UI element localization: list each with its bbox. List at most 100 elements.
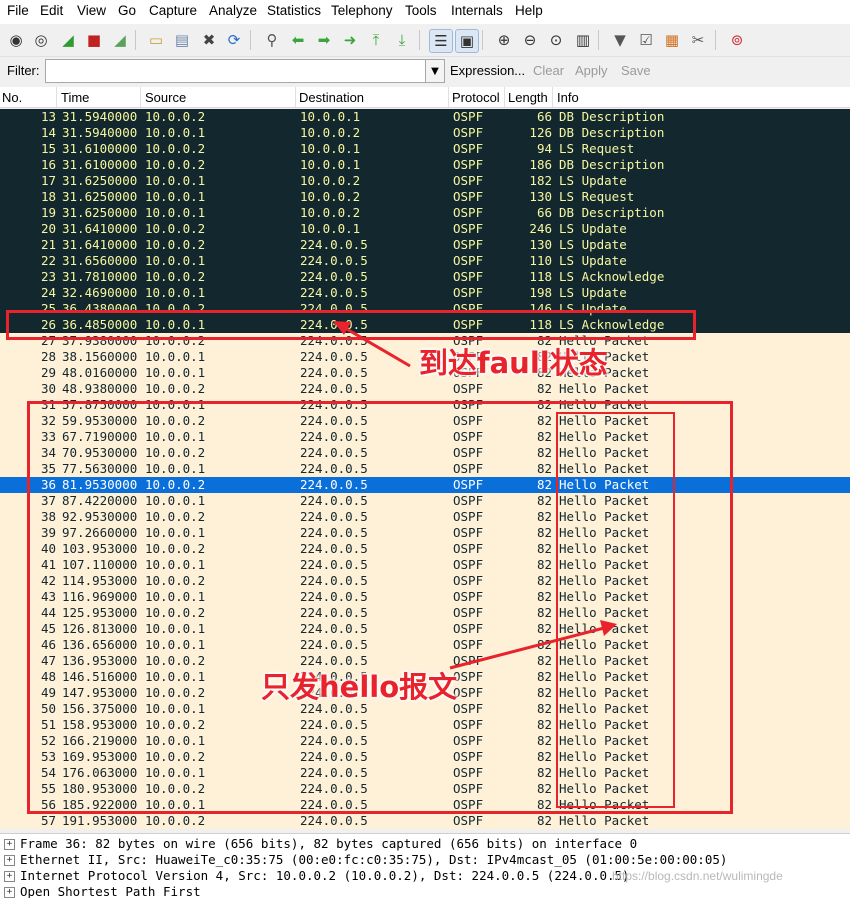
filter-label: Filter: xyxy=(7,63,40,78)
find-packet-icon[interactable]: ⚲ xyxy=(261,29,283,51)
menu-file[interactable]: File xyxy=(7,3,29,18)
restart-capture-icon[interactable]: ◢ xyxy=(109,29,131,51)
annotation-full-state: 到达faull状态 xyxy=(419,346,608,380)
go-to-packet-icon[interactable]: ➜ xyxy=(339,29,361,51)
menu-go[interactable]: Go xyxy=(118,3,136,18)
menu-help[interactable]: Help xyxy=(515,3,543,18)
column-header-source[interactable]: Source xyxy=(145,90,186,105)
column-header-time[interactable]: Time xyxy=(61,90,89,105)
column-header-destination[interactable]: Destination xyxy=(299,90,364,105)
display-filter-input[interactable] xyxy=(45,59,427,83)
packet-len-cell: 130 xyxy=(529,189,552,204)
menu-telephony[interactable]: Telephony xyxy=(331,3,393,18)
packet-dst-cell: 10.0.0.2 xyxy=(300,189,361,204)
menu-view[interactable]: View xyxy=(77,3,106,18)
packet-row[interactable]: 16 31.6100000 10.0.0.2 10.0.0.1 OSPF 186 DB De… xyxy=(0,157,850,173)
display-filters-icon[interactable]: ☑ xyxy=(635,29,657,51)
help-icon[interactable]: ⊚ xyxy=(726,29,748,51)
packet-time-cell: 191.953000 xyxy=(62,813,138,828)
clear-button[interactable]: Clear xyxy=(533,63,564,78)
packet-no-cell: 30 xyxy=(40,381,56,396)
stop-capture-icon[interactable]: ■ xyxy=(83,29,105,51)
menu-analyze[interactable]: Analyze xyxy=(209,3,257,18)
interface-list-icon[interactable]: ◉ xyxy=(5,29,27,51)
close-file-icon[interactable]: ✖ xyxy=(198,29,220,51)
capture-filters-icon[interactable]: ▼ xyxy=(609,29,631,51)
packet-row[interactable]: 30 48.9380000 10.0.0.2 224.0.0.5 OSPF 82 Hello… xyxy=(0,381,850,397)
packet-info-cell: LS Update xyxy=(559,253,627,268)
normal-size-icon[interactable]: ⊙ xyxy=(545,29,567,51)
column-divider[interactable] xyxy=(140,87,141,107)
column-divider[interactable] xyxy=(504,87,505,107)
packet-dst-cell: 10.0.0.2 xyxy=(300,125,361,140)
packet-no-cell: 20 xyxy=(40,221,56,236)
go-back-icon[interactable]: ⬅ xyxy=(287,29,309,51)
menu-internals[interactable]: Internals xyxy=(451,3,503,18)
capture-options-icon[interactable]: ◎ xyxy=(30,29,52,51)
packet-src-cell: 10.0.0.1 xyxy=(145,173,206,188)
colorize-icon[interactable]: ☰ xyxy=(429,29,453,53)
auto-scroll-icon[interactable]: ▣ xyxy=(455,29,479,53)
column-header-protocol[interactable]: Protocol xyxy=(452,90,500,105)
save-file-icon[interactable]: ▤ xyxy=(171,29,193,51)
expand-plus-icon[interactable]: + xyxy=(4,871,15,882)
packet-row[interactable]: 24 32.4690000 10.0.0.1 224.0.0.5 OSPF 198 LS U… xyxy=(0,285,850,301)
filter-dropdown-button[interactable]: ▼ xyxy=(425,59,445,83)
column-divider[interactable] xyxy=(295,87,296,107)
packet-row[interactable]: 17 31.6250000 10.0.0.1 10.0.0.2 OSPF 182 LS Up… xyxy=(0,173,850,189)
packet-no-cell: 28 xyxy=(40,349,56,364)
packet-time-cell: 48.9380000 xyxy=(62,381,138,396)
packet-row[interactable]: 22 31.6560000 10.0.0.1 224.0.0.5 OSPF 110 LS U… xyxy=(0,253,850,269)
packet-len-cell: 182 xyxy=(529,173,552,188)
zoom-in-icon[interactable]: ⊕ xyxy=(493,29,515,51)
detail-tree-item[interactable]: + Frame 36: 82 bytes on wire (656 bits), … xyxy=(0,836,850,852)
packet-row[interactable]: 18 31.6250000 10.0.0.1 10.0.0.2 OSPF 130 LS Re… xyxy=(0,189,850,205)
packet-row[interactable]: 21 31.6410000 10.0.0.2 224.0.0.5 OSPF 130 LS U… xyxy=(0,237,850,253)
expand-plus-icon[interactable]: + xyxy=(4,855,15,866)
resize-columns-icon[interactable]: ▥ xyxy=(572,29,594,51)
preferences-icon[interactable]: ✂ xyxy=(687,29,709,51)
packet-time-cell: 31.6100000 xyxy=(62,157,138,172)
apply-button[interactable]: Apply xyxy=(575,63,608,78)
expression-button[interactable]: Expression... xyxy=(450,63,525,78)
main-toolbar: ◉ ◎ ◢ ■ ◢ ▭ ▤ ✖ ⟳ ⚲ ⬅ ➡ ➜ ⤒ ⤓ ☰ ▣ ⊕ ⊖ ⊙ ▥ ▼ ☑ ▦ ✂ ⊚ xyxy=(0,24,850,57)
menu-edit[interactable]: Edit xyxy=(40,3,63,18)
packet-len-cell: 130 xyxy=(529,237,552,252)
packet-src-cell: 10.0.0.2 xyxy=(145,141,206,156)
expand-plus-icon[interactable]: + xyxy=(4,839,15,850)
packet-row[interactable]: 19 31.6250000 10.0.0.1 10.0.0.2 OSPF 66 DB Des… xyxy=(0,205,850,221)
detail-tree-item[interactable]: + Open Shortest Path First xyxy=(0,884,850,898)
reload-icon[interactable]: ⟳ xyxy=(223,29,245,51)
menu-capture[interactable]: Capture xyxy=(149,3,197,18)
column-header-no[interactable]: No. xyxy=(2,90,22,105)
packet-len-cell: 110 xyxy=(529,253,552,268)
menu-tools[interactable]: Tools xyxy=(405,3,437,18)
column-divider[interactable] xyxy=(448,87,449,107)
zoom-out-icon[interactable]: ⊖ xyxy=(519,29,541,51)
go-forward-icon[interactable]: ➡ xyxy=(313,29,335,51)
open-file-icon[interactable]: ▭ xyxy=(145,29,167,51)
save-button[interactable]: Save xyxy=(621,63,651,78)
packet-row[interactable]: 20 31.6410000 10.0.0.2 10.0.0.1 OSPF 246 LS Up… xyxy=(0,221,850,237)
go-last-icon[interactable]: ⤓ xyxy=(391,29,413,51)
packet-row[interactable]: 23 31.7810000 10.0.0.2 224.0.0.5 OSPF 118 LS A… xyxy=(0,269,850,285)
column-divider[interactable] xyxy=(56,87,57,107)
column-header-info[interactable]: Info xyxy=(557,90,579,105)
packet-proto-cell: OSPF xyxy=(453,173,484,188)
packet-src-cell: 10.0.0.2 xyxy=(145,237,206,252)
packet-src-cell: 10.0.0.1 xyxy=(145,349,206,364)
packet-src-cell: 10.0.0.1 xyxy=(145,253,206,268)
go-first-icon[interactable]: ⤒ xyxy=(365,29,387,51)
packet-row[interactable]: 14 31.5940000 10.0.0.1 10.0.0.2 OSPF 126 DB De… xyxy=(0,125,850,141)
expand-plus-icon[interactable]: + xyxy=(4,887,15,898)
packet-row[interactable]: 13 31.5940000 10.0.0.2 10.0.0.1 OSPF 66 DB Des… xyxy=(0,109,850,125)
column-divider[interactable] xyxy=(552,87,553,107)
menu-statistics[interactable]: Statistics xyxy=(267,3,321,18)
packet-row[interactable]: 15 31.6100000 10.0.0.2 10.0.0.1 OSPF 94 LS Req… xyxy=(0,141,850,157)
coloring-rules-icon[interactable]: ▦ xyxy=(661,29,683,51)
packet-time-cell: 31.6410000 xyxy=(62,221,138,236)
column-header-length[interactable]: Length xyxy=(508,90,548,105)
detail-tree-item[interactable]: + Ethernet II, Src: HuaweiTe_c0:35:75 (00… xyxy=(0,852,850,868)
start-capture-icon[interactable]: ◢ xyxy=(57,29,79,51)
packet-row[interactable]: 57 191.953000 10.0.0.2 224.0.0.5 OSPF 82 Hello… xyxy=(0,813,850,829)
